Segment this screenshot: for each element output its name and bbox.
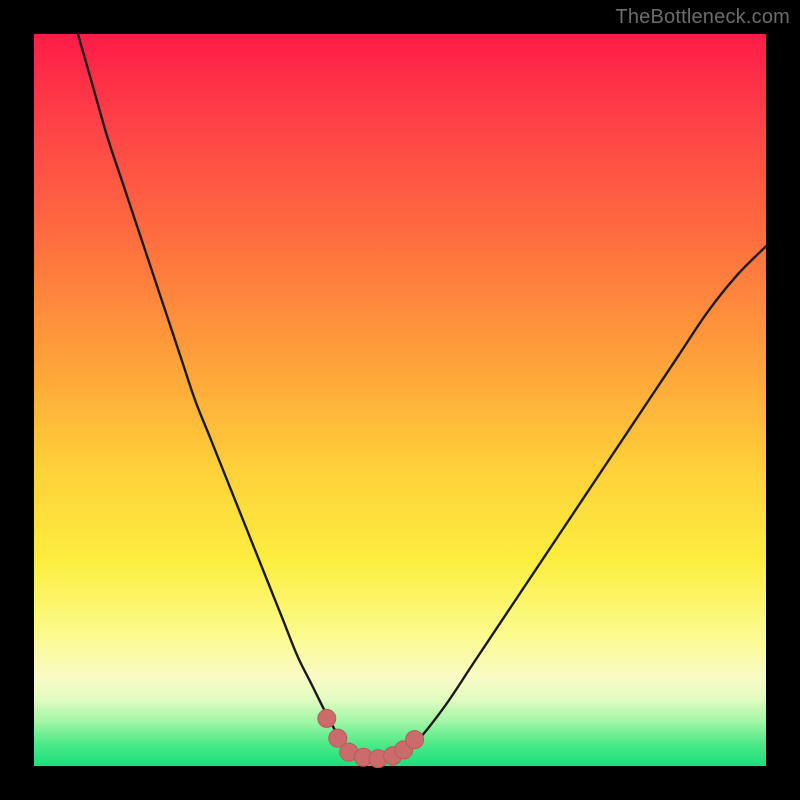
watermark-label: TheBottleneck.com xyxy=(615,6,790,29)
marker-dot xyxy=(318,709,336,727)
curve-svg xyxy=(34,34,766,766)
bottleneck-curve xyxy=(78,34,766,759)
chart-frame: TheBottleneck.com xyxy=(0,0,800,800)
optimal-range-markers xyxy=(318,709,424,767)
plot-area xyxy=(34,34,766,766)
marker-dot xyxy=(406,731,424,749)
